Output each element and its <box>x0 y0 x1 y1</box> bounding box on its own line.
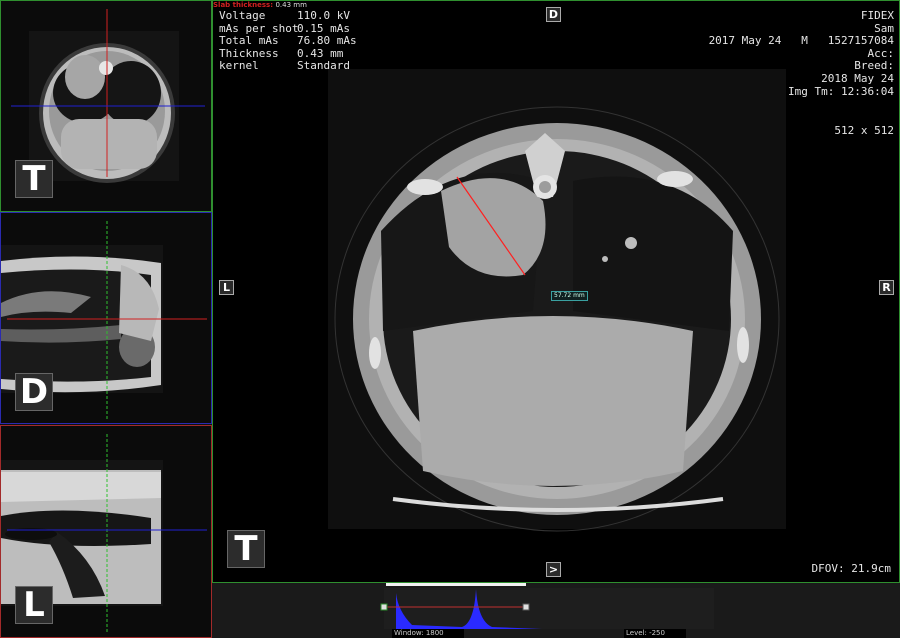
param-label: Voltage <box>219 9 266 22</box>
view-badge-thumb-bot[interactable]: L <box>15 586 53 624</box>
thumbnail-coronal-viewport[interactable]: D <box>0 212 212 424</box>
window-label: Window: <box>394 629 424 637</box>
patient-info: FIDEX Sam 2017 May 24 M 1527157084 Acc: … <box>708 9 894 98</box>
institution: FIDEX <box>860 9 894 22</box>
thumbnail-sagittal-viewport[interactable]: L <box>0 425 212 638</box>
window-low-handle[interactable] <box>380 603 388 611</box>
study-line: 2017 May 24 M 1527157084 <box>708 34 894 48</box>
histogram-chart <box>380 583 714 629</box>
param-value: 76.80 mAs <box>297 34 357 48</box>
thumbnail-axial-viewport[interactable]: T <box>0 0 212 212</box>
orientation-right-marker[interactable]: R <box>879 280 894 295</box>
level-value: -250 <box>649 629 665 637</box>
param-label: kernel <box>219 59 259 73</box>
matrix-size: 512 x 512 <box>834 124 894 137</box>
slab-label: Slab thickness: <box>213 1 274 9</box>
view-badge-thumb-mid[interactable]: D <box>15 373 53 411</box>
dfov: DFOV: 21.9cm <box>811 562 891 575</box>
orientation-bottom-marker[interactable]: > <box>546 562 561 577</box>
orientation-top-marker[interactable]: D <box>546 7 561 22</box>
window-readout: Window: 1800 <box>392 629 464 638</box>
level-readout: Level: -250 <box>624 629 686 638</box>
view-badge-main[interactable]: T <box>227 530 265 568</box>
study-date: 2018 May 24 <box>821 71 894 85</box>
param-value: Standard <box>297 59 350 73</box>
param-row: kernel Standard <box>219 60 357 73</box>
image-time: Img Tm: 12:36:04 <box>788 84 894 98</box>
main-axial-viewport[interactable]: Slab thickness: 0.43 mm Voltage 110.0 kV … <box>212 0 900 583</box>
distance-measurement-label[interactable]: 57.72 mm <box>551 291 588 301</box>
slab-thickness: Slab thickness: 0.43 mm <box>213 1 307 9</box>
param-value: 0.15 mAs <box>297 21 350 35</box>
scan-params: Voltage 110.0 kV mAs per shot0.15 mAs Tot… <box>219 9 357 73</box>
slab-value: 0.43 mm <box>275 1 307 9</box>
level-label: Level: <box>626 629 647 637</box>
param-value: 110.0 kV <box>297 9 350 22</box>
param-value: 0.43 mm <box>297 46 344 60</box>
param-label: Total mAs <box>219 34 279 48</box>
window-value: 1800 <box>425 629 444 637</box>
orientation-left-marker[interactable]: L <box>219 280 234 295</box>
window-high-handle[interactable] <box>522 603 530 611</box>
view-badge-thumb-top[interactable]: T <box>15 160 53 198</box>
window-level-histogram[interactable] <box>212 583 900 638</box>
